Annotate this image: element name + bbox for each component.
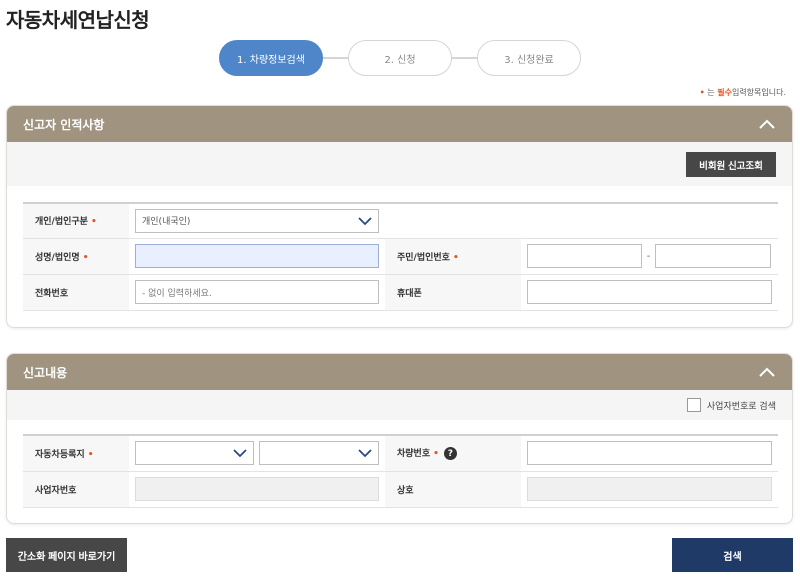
type-select[interactable]: 개인(내국인): [135, 208, 379, 233]
type-select-value: 개인(내국인): [142, 217, 191, 228]
reporter-form: 개인/법인구분 • 개인(내국인) 성명/법인명 • 주민/법인번호 • - 전…: [23, 202, 778, 311]
table-row: 사업자번호 상호: [23, 471, 778, 508]
table-row: 전화번호 - 없이 입력하세요. 휴대폰: [23, 274, 778, 311]
required-note-pre: 는: [707, 88, 715, 97]
required-mark: •: [433, 449, 439, 460]
bizno-label-cell: 사업자번호: [23, 471, 129, 508]
phone-input[interactable]: - 없이 입력하세요.: [135, 280, 379, 304]
name-cell: [129, 238, 385, 275]
region-label: 자동차등록지: [35, 449, 85, 460]
bizno-cell: [129, 471, 385, 508]
required-note: • 는 필수입력항목입니다.: [700, 87, 786, 98]
phone-label-cell: 전화번호: [23, 274, 129, 311]
step-1: 1. 차량정보검색: [219, 40, 323, 76]
chevron-down-icon: [358, 217, 372, 226]
id-back-input[interactable]: [655, 244, 771, 268]
id-separator: -: [646, 250, 651, 262]
id-label-cell: 주민/법인번호 •: [385, 238, 521, 275]
region-district-select[interactable]: [259, 441, 379, 466]
required-mark: •: [82, 252, 89, 263]
id-front-input[interactable]: [527, 244, 642, 268]
name-label-cell: 성명/법인명 •: [23, 238, 129, 275]
step-3: 3. 신청완료: [477, 40, 581, 76]
region-cell: [129, 434, 385, 472]
company-cell: [521, 471, 778, 508]
chevron-up-icon[interactable]: [758, 116, 776, 132]
company-label: 상호: [397, 485, 414, 496]
required-mark: •: [87, 449, 94, 460]
region-city-select[interactable]: [135, 441, 254, 466]
reporter-toolbar: 비회원 신고조회: [7, 142, 792, 186]
plate-input[interactable]: [527, 441, 772, 466]
reporter-panel-title: 신고자 인적사항: [23, 117, 105, 132]
mobile-label: 휴대폰: [397, 288, 422, 299]
id-label: 주민/법인번호: [397, 252, 450, 263]
required-mark: •: [90, 217, 97, 228]
chevron-down-icon: [233, 449, 247, 458]
report-toolbar: 사업자번호로 검색: [7, 390, 792, 420]
bizno-label: 사업자번호: [35, 485, 77, 496]
reporter-panel-header: 신고자 인적사항: [7, 106, 792, 142]
required-mark: •: [452, 252, 459, 263]
simple-page-button[interactable]: 간소화 페이지 바로가기: [6, 538, 127, 572]
required-note-emph: 필수: [717, 88, 732, 97]
business-search-checkbox[interactable]: [686, 398, 701, 412]
report-panel: 신고내용 사업자번호로 검색 자동차등록지 • 차량번호 • ? 사업자번호 상…: [6, 353, 793, 524]
report-form: 자동차등록지 • 차량번호 •? 사업자번호 상호: [23, 434, 778, 508]
chevron-up-icon[interactable]: [758, 364, 776, 380]
plate-label: 차량번호: [397, 449, 431, 460]
phone-cell: - 없이 입력하세요.: [129, 274, 385, 311]
business-search-label: 사업자번호로 검색: [706, 401, 776, 412]
chevron-down-icon: [358, 449, 372, 458]
mobile-cell: [521, 274, 778, 311]
search-button[interactable]: 검색: [672, 538, 793, 572]
name-label: 성명/법인명: [35, 252, 80, 263]
company-input: [527, 477, 772, 501]
phone-label: 전화번호: [35, 288, 69, 299]
bizno-input: [135, 477, 379, 501]
step-2: 2. 신청: [348, 40, 452, 76]
help-icon[interactable]: ?: [443, 447, 457, 461]
type-cell: 개인(내국인): [129, 202, 385, 239]
name-input[interactable]: [135, 244, 379, 268]
mobile-input[interactable]: [527, 280, 772, 304]
page-title: 자동차세연납신청: [6, 8, 150, 32]
mobile-label-cell: 휴대폰: [385, 274, 521, 311]
progress-steps: 1. 차량정보검색 2. 신청 3. 신청완료: [219, 40, 581, 76]
business-search-option[interactable]: 사업자번호로 검색: [686, 398, 776, 412]
table-row: 자동차등록지 • 차량번호 •?: [23, 434, 778, 472]
phone-placeholder: - 없이 입력하세요.: [142, 288, 212, 299]
id-cell: -: [521, 238, 778, 275]
empty-cell: [385, 202, 778, 239]
report-panel-header: 신고내용: [7, 354, 792, 390]
company-label-cell: 상호: [385, 471, 521, 508]
table-row: 성명/법인명 • 주민/법인번호 • -: [23, 238, 778, 275]
report-panel-title: 신고내용: [23, 365, 68, 380]
region-label-cell: 자동차등록지 •: [23, 434, 129, 472]
table-row: 개인/법인구분 • 개인(내국인): [23, 202, 778, 239]
plate-label-cell: 차량번호 •?: [385, 434, 521, 472]
type-label: 개인/법인구분: [35, 217, 88, 228]
reporter-panel: 신고자 인적사항 비회원 신고조회 개인/법인구분 • 개인(내국인) 성명/법…: [6, 105, 793, 328]
required-mark: •: [699, 88, 705, 97]
nonmember-lookup-button[interactable]: 비회원 신고조회: [686, 152, 776, 177]
plate-cell: [521, 434, 778, 472]
required-note-post: 입력항목입니다.: [731, 88, 786, 97]
type-label-cell: 개인/법인구분 •: [23, 202, 129, 239]
